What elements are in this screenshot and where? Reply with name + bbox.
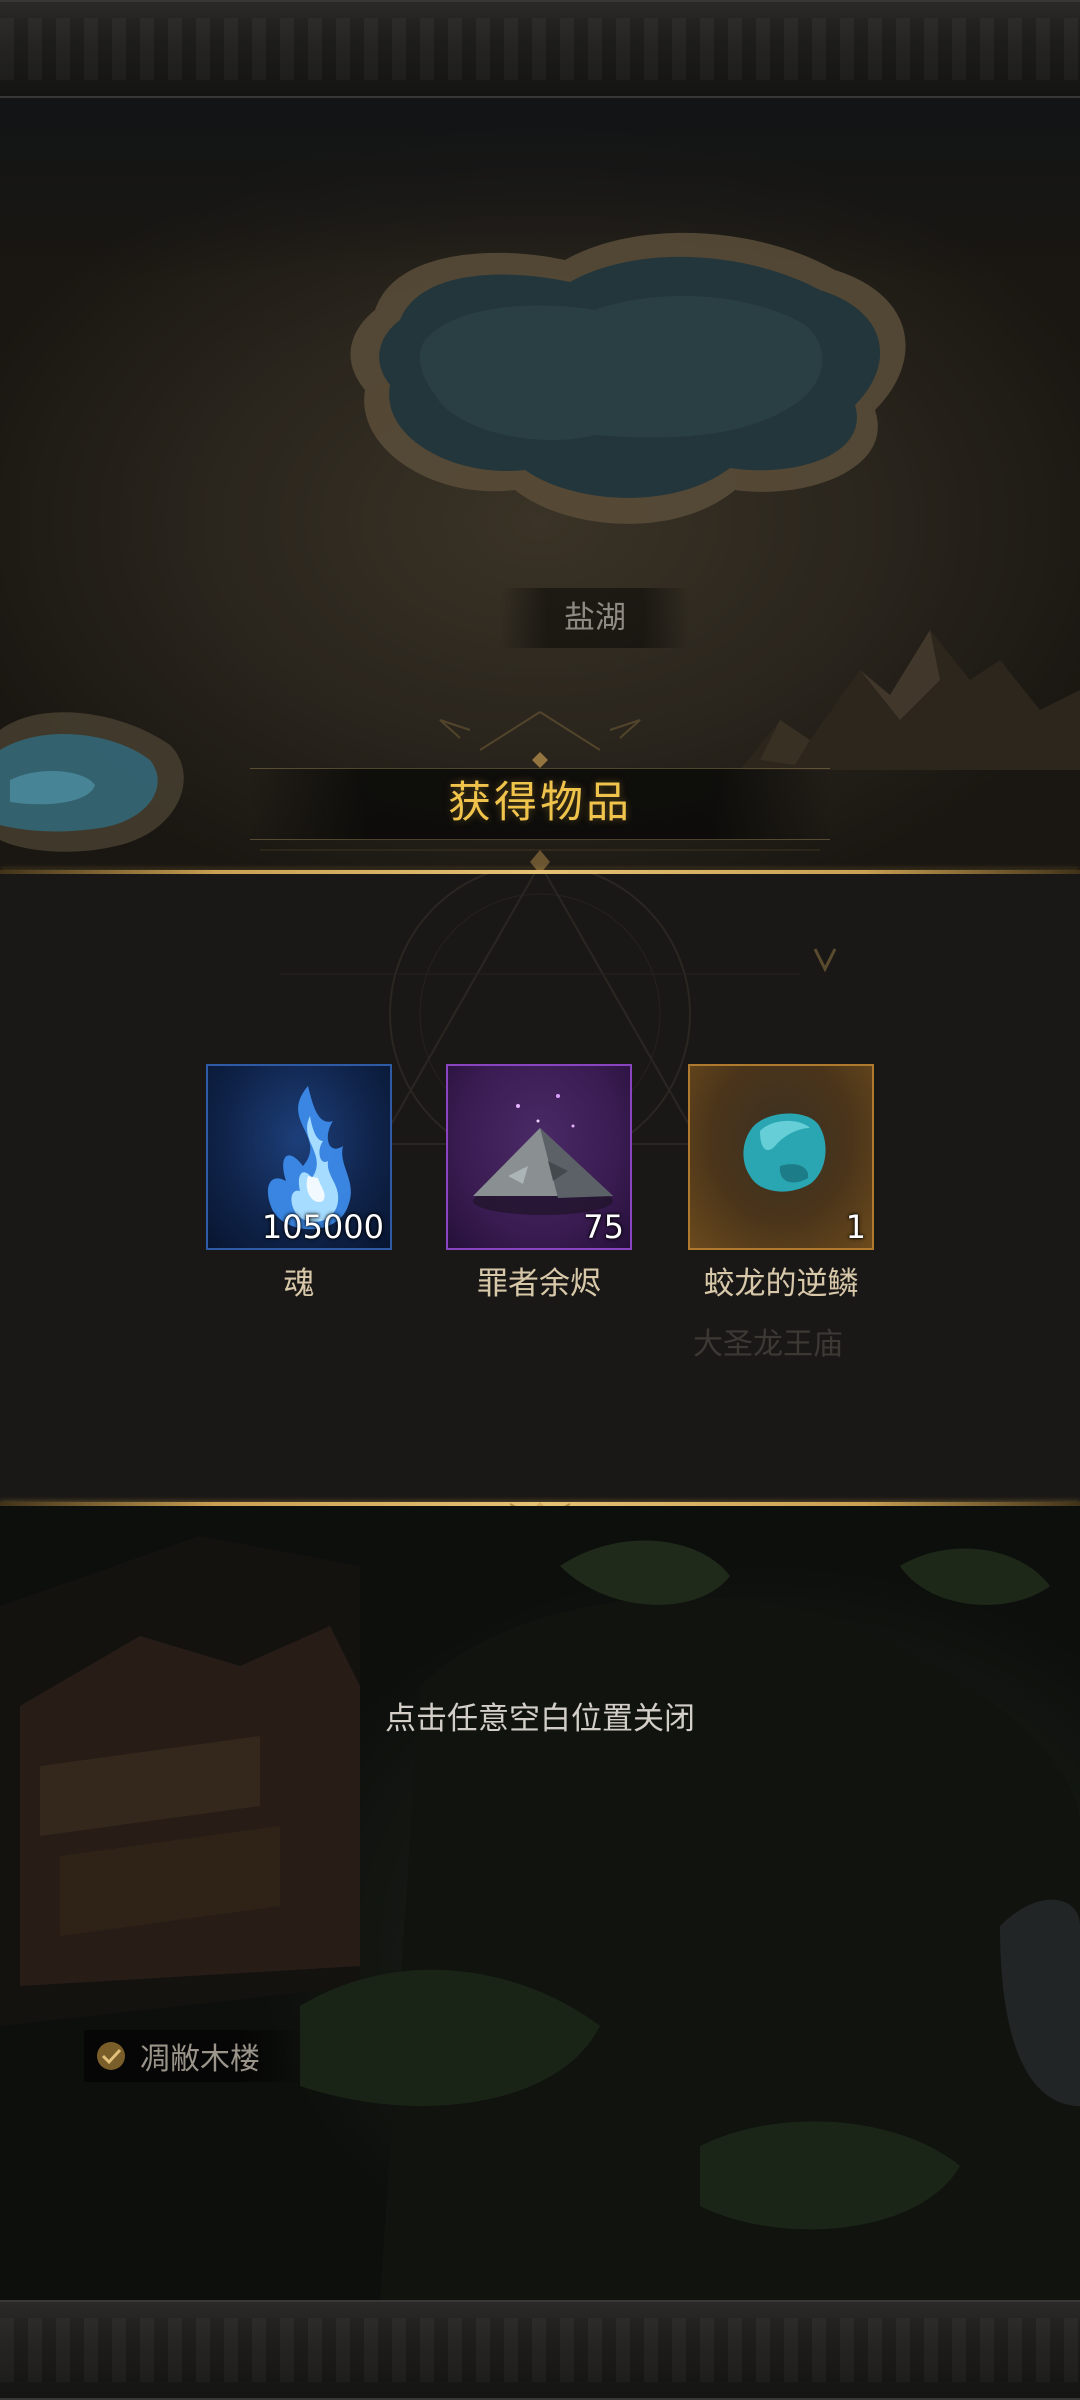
game-screen: 盐湖 获得物品 大圣龙王庙 105000 魂 75 罪者余烬 1 蛟龙的逆鳞 点… bbox=[0, 0, 1080, 2400]
item-name: 蛟龙的逆鳞 bbox=[703, 1266, 859, 1302]
item-slot[interactable]: 1 bbox=[688, 1064, 874, 1250]
lake-location-label[interactable]: 盐湖 bbox=[500, 588, 690, 648]
item-name: 罪者余烬 bbox=[477, 1266, 601, 1302]
reward-item[interactable]: 105000 魂 bbox=[206, 1064, 392, 1303]
item-slot[interactable]: 75 bbox=[446, 1064, 632, 1250]
item-quantity: 1 bbox=[845, 1208, 866, 1246]
reward-title: 获得物品 bbox=[448, 778, 632, 828]
close-hint-text: 点击任意空白位置关闭 bbox=[385, 1701, 695, 1737]
world-map-lower[interactable] bbox=[0, 1506, 1080, 2300]
reward-item[interactable]: 75 罪者余烬 bbox=[446, 1064, 632, 1303]
item-quantity: 75 bbox=[583, 1208, 624, 1246]
item-name: 魂 bbox=[283, 1266, 315, 1302]
reward-title-banner: 获得物品 bbox=[0, 700, 1080, 880]
faded-location-label: 大圣龙王庙 bbox=[693, 1327, 843, 1362]
reward-item[interactable]: 1 蛟龙的逆鳞 bbox=[688, 1064, 874, 1303]
top-frame-border bbox=[0, 0, 1080, 98]
bottom-frame-border bbox=[0, 2300, 1080, 2400]
item-slot[interactable]: 105000 bbox=[206, 1064, 392, 1250]
salt-lake-terrain[interactable] bbox=[335, 200, 925, 560]
item-quantity: 105000 bbox=[261, 1208, 384, 1246]
location-tag-label: 凋敝木楼 bbox=[140, 2042, 260, 2077]
decorative-arrow-icon bbox=[813, 948, 837, 973]
location-tag[interactable]: 凋敝木楼 bbox=[84, 2030, 304, 2082]
forest-terrain bbox=[0, 1536, 1080, 2300]
check-icon bbox=[97, 2042, 125, 2070]
